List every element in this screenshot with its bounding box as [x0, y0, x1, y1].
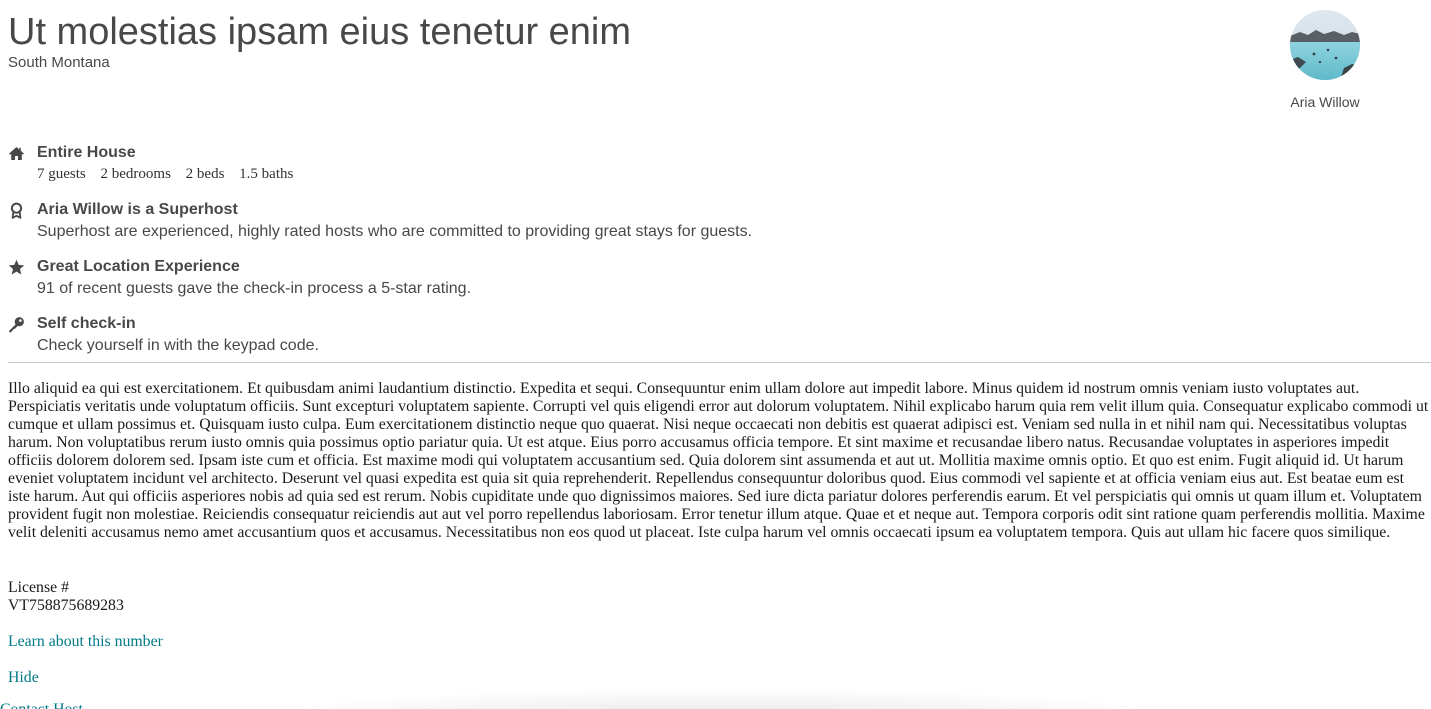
- home-icon: [8, 145, 25, 162]
- contact-host-link[interactable]: Contact Host: [0, 701, 83, 709]
- license-info: License # VT758875689283: [8, 579, 124, 615]
- feature-heading: Self check-in: [37, 315, 136, 332]
- host-name[interactable]: Aria Willow: [1280, 94, 1370, 111]
- stat-beds: 2 beds: [185, 166, 225, 182]
- key-icon: [8, 316, 25, 333]
- stat-baths: 1.5 baths: [239, 166, 294, 182]
- section-divider: [8, 362, 1431, 363]
- feature-superhost: Aria Willow is a Superhost Superhost are…: [8, 200, 1108, 257]
- feature-description: Check yourself in with the keypad code.: [37, 337, 319, 354]
- license-label: License #: [8, 579, 69, 596]
- feature-location: Great Location Experience 91 of recent g…: [8, 257, 1108, 314]
- listing-features: Entire House 7 guests 2 bedrooms 2 beds …: [8, 143, 1108, 371]
- bottom-shadow: [240, 688, 1200, 709]
- listing-title: Ut molestias ipsam eius tenetur enim: [8, 11, 632, 53]
- feature-heading: Aria Willow is a Superhost: [37, 201, 238, 218]
- award-icon: [8, 202, 25, 219]
- host-avatar[interactable]: [1290, 10, 1360, 80]
- stat-bedrooms: 2 bedrooms: [100, 166, 171, 182]
- feature-description: 91 of recent guests gave the check-in pr…: [37, 280, 472, 297]
- hide-link[interactable]: Hide: [8, 669, 39, 687]
- avatar-photo: [1290, 10, 1360, 80]
- feature-heading: Great Location Experience: [37, 258, 240, 275]
- listing-description: Illo aliquid ea qui est exercitationem. …: [8, 380, 1429, 541]
- star-icon: [8, 259, 25, 276]
- listing-stats: 7 guests 2 bedrooms 2 beds 1.5 baths: [37, 165, 1108, 184]
- host-profile[interactable]: Aria Willow: [1280, 10, 1370, 111]
- feature-heading: Entire House: [37, 144, 136, 161]
- feature-description: Superhost are experienced, highly rated …: [37, 223, 753, 240]
- feature-entire-house: Entire House 7 guests 2 bedrooms 2 beds …: [8, 143, 1108, 200]
- license-number: VT758875689283: [8, 597, 124, 614]
- listing-location: South Montana: [8, 54, 110, 71]
- learn-about-number-link[interactable]: Learn about this number: [8, 633, 163, 651]
- stat-guests: 7 guests: [37, 166, 86, 182]
